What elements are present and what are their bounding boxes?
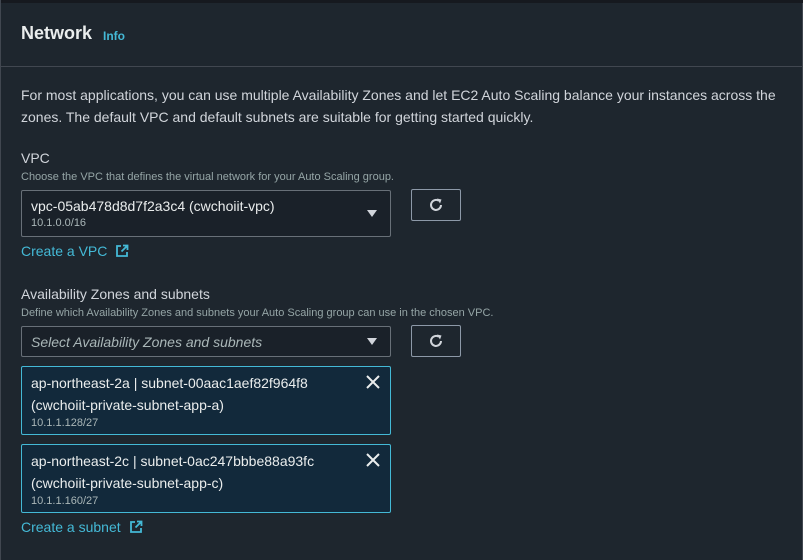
token-subnet-name: (cwchoiit-private-subnet-app-a) bbox=[31, 397, 224, 413]
create-vpc-link[interactable]: Create a VPC bbox=[21, 243, 129, 259]
subnets-select[interactable]: Select Availability Zones and subnets bbox=[21, 326, 391, 357]
refresh-icon bbox=[430, 198, 442, 211]
create-subnet-label: Create a subnet bbox=[21, 519, 121, 535]
refresh-icon bbox=[430, 334, 442, 347]
token-subnet-cidr: 10.1.1.128/27 bbox=[31, 417, 99, 429]
info-link[interactable]: Info bbox=[103, 29, 125, 43]
close-icon[interactable] bbox=[366, 375, 380, 389]
vpc-description: Choose the VPC that defines the virtual … bbox=[21, 171, 394, 183]
close-icon[interactable] bbox=[366, 453, 380, 467]
token-subnet-cidr: 10.1.1.160/27 bbox=[31, 495, 99, 507]
subnets-description: Define which Availability Zones and subn… bbox=[21, 307, 494, 319]
vpc-selected-value: vpc-05ab478d8d7f2a3c4 (cwchoiit-vpc) bbox=[31, 198, 275, 214]
panel-header: Network Info bbox=[1, 3, 803, 67]
token-zone-subnet: ap-northeast-2a | subnet-00aac1aef82f964… bbox=[31, 375, 308, 391]
network-panel: Network Info For most applications, you … bbox=[0, 0, 803, 560]
subnets-refresh-button[interactable] bbox=[411, 325, 461, 357]
caret-down-icon bbox=[367, 338, 377, 345]
vpc-select[interactable]: vpc-05ab478d8d7f2a3c4 (cwchoiit-vpc) 10.… bbox=[21, 190, 391, 237]
selected-subnet-token: ap-northeast-2a | subnet-00aac1aef82f964… bbox=[21, 366, 391, 435]
section-title: Network bbox=[21, 23, 93, 43]
token-subnet-name: (cwchoiit-private-subnet-app-c) bbox=[31, 475, 224, 491]
caret-down-icon bbox=[367, 210, 377, 217]
external-link-icon bbox=[116, 244, 129, 257]
create-vpc-label: Create a VPC bbox=[21, 243, 108, 259]
section-description: For most applications, you can use multi… bbox=[21, 87, 776, 125]
selected-subnet-token: ap-northeast-2c | subnet-0ac247bbbe88a93… bbox=[21, 444, 391, 513]
token-zone-subnet: ap-northeast-2c | subnet-0ac247bbbe88a93… bbox=[31, 453, 315, 469]
subnets-placeholder: Select Availability Zones and subnets bbox=[31, 334, 263, 350]
create-subnet-link[interactable]: Create a subnet bbox=[21, 519, 143, 535]
vpc-label: VPC bbox=[21, 150, 50, 166]
vpc-refresh-button[interactable] bbox=[411, 189, 461, 221]
subnets-label: Availability Zones and subnets bbox=[21, 286, 210, 302]
external-link-icon bbox=[129, 520, 142, 533]
vpc-selected-cidr: 10.1.0.0/16 bbox=[31, 217, 87, 229]
